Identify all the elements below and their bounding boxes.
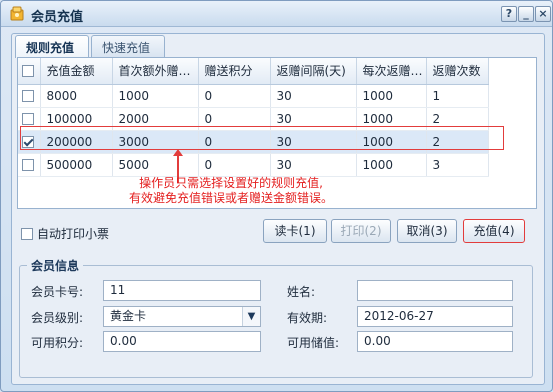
available-balance-label: 可用储值: — [287, 336, 340, 350]
row-select-cell[interactable] — [18, 153, 41, 177]
app-icon — [9, 6, 25, 22]
select-all-checkbox[interactable] — [22, 65, 34, 78]
member-level-label: 会员级别: — [31, 311, 84, 325]
available-points-input[interactable]: 0.00 — [103, 331, 261, 352]
auto-print-checkbox[interactable] — [21, 227, 33, 240]
tab-rule-recharge[interactable]: 规则充值 — [15, 35, 89, 58]
table-row[interactable]: 8000 1000 0 30 1000 1 — [18, 84, 489, 108]
help-button[interactable]: ? — [501, 6, 517, 22]
window-title: 会员充值 — [31, 10, 84, 25]
card-number-label: 会员卡号: — [31, 285, 84, 299]
chevron-down-icon[interactable]: ▼ — [242, 307, 260, 326]
available-points-label: 可用积分: — [31, 336, 84, 350]
table-cell: 1000 — [112, 84, 199, 108]
cancel-button[interactable]: 取消(3) — [397, 219, 457, 243]
column-header[interactable]: 返赠次数 — [426, 58, 489, 85]
print-button[interactable]: 打印(2) — [331, 219, 391, 243]
column-header[interactable]: 充值金额 — [40, 58, 113, 85]
auto-print-option[interactable]: 自动打印小票 — [21, 225, 109, 242]
card-number-input[interactable]: 11 — [103, 280, 261, 301]
row-select-cell[interactable] — [18, 84, 41, 108]
table-cell: 0 — [198, 153, 271, 177]
table-row[interactable]: 500000 5000 0 30 1000 3 — [18, 153, 489, 177]
title-bar[interactable]: 会员充值 ? _ × — [1, 1, 552, 27]
table-cell: 1 — [426, 84, 489, 108]
recharge-button[interactable]: 充值(4) — [463, 219, 525, 243]
table-cell: 30 — [270, 84, 357, 108]
table-cell: 0 — [198, 84, 271, 108]
member-info-title: 会员信息 — [27, 257, 84, 274]
available-balance-input[interactable]: 0.00 — [357, 331, 513, 352]
name-label: 姓名: — [287, 285, 316, 299]
table-cell: 500000 — [40, 153, 113, 177]
table-cell: 1000 — [356, 153, 427, 177]
column-header[interactable]: 首次额外赠… — [112, 58, 199, 85]
annotation-note: 操作员只需选择设置好的规则充值, 有效避免充值错误或者赠送金额错误。 — [81, 176, 381, 206]
expiry-label: 有效期: — [287, 311, 328, 325]
annotation-line-1: 操作员只需选择设置好的规则充值, — [139, 176, 323, 190]
auto-print-label: 自动打印小票 — [37, 227, 110, 241]
table-cell: 8000 — [40, 84, 113, 108]
member-level-select[interactable]: 黄金卡 ▼ — [103, 306, 261, 327]
close-button[interactable]: × — [535, 6, 551, 22]
table-cell: 3 — [426, 153, 489, 177]
minimize-button[interactable]: _ — [518, 6, 534, 22]
annotation-line-2: 有效避免充值错误或者赠送金额错误。 — [128, 191, 333, 205]
table-cell: 1000 — [356, 84, 427, 108]
rules-table: 充值金额 首次额外赠… 赠送积分 返赠间隔(天) 每次返赠… 返赠次数 8000… — [18, 58, 489, 177]
member-level-value: 黄金卡 — [110, 309, 147, 323]
column-header[interactable]: 返赠间隔(天) — [270, 58, 357, 85]
name-input[interactable] — [357, 280, 513, 301]
row-checkbox[interactable] — [22, 113, 34, 125]
table-cell: 5000 — [112, 153, 199, 177]
column-header[interactable]: 赠送积分 — [198, 58, 271, 85]
row-checkbox[interactable] — [22, 90, 34, 102]
select-all-cell[interactable] — [18, 58, 41, 85]
table-cell: 30 — [270, 153, 357, 177]
tab-quick-recharge[interactable]: 快速充值 — [91, 35, 165, 57]
row-checkbox[interactable] — [22, 159, 34, 171]
selected-row-highlight — [20, 126, 504, 150]
read-card-button[interactable]: 读卡(1) — [263, 219, 327, 243]
expiry-input[interactable]: 2012-06-27 — [357, 306, 513, 327]
table-header: 充值金额 首次额外赠… 赠送积分 返赠间隔(天) 每次返赠… 返赠次数 — [18, 58, 489, 85]
column-header[interactable]: 每次返赠… — [356, 58, 427, 85]
recharge-dialog: 会员充值 ? _ × 规则充值 快速充值 充值金额 首次额外赠… 赠送积分 返赠… — [0, 0, 553, 392]
